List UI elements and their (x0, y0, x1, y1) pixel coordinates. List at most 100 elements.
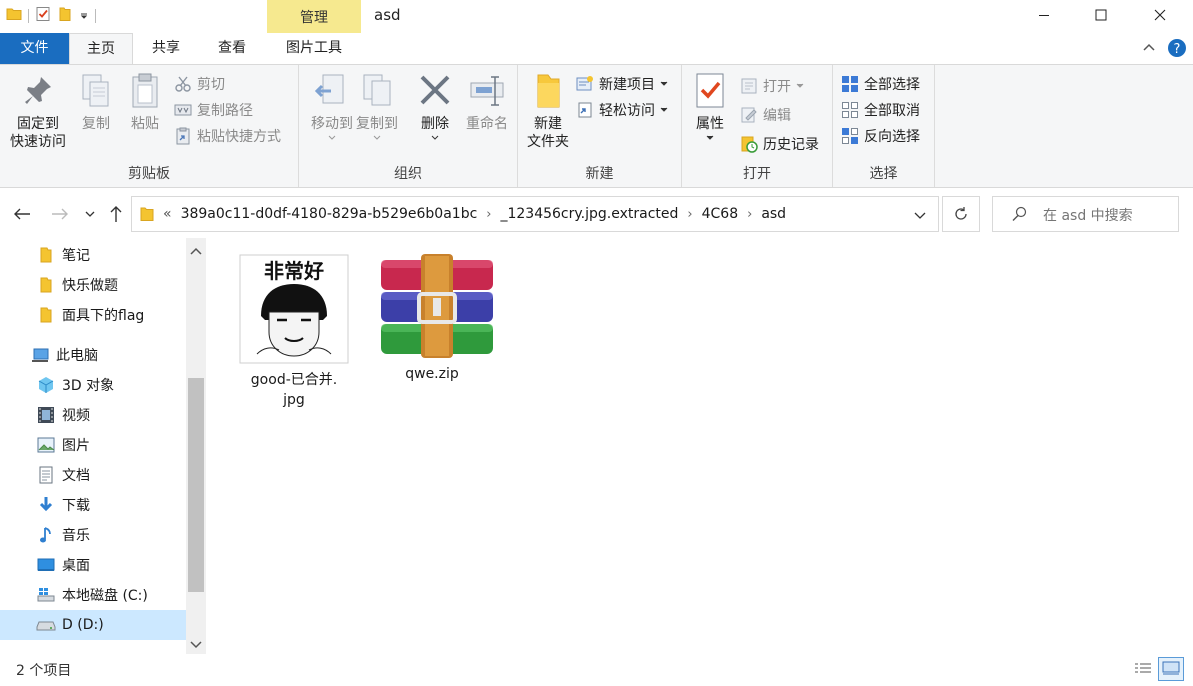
easy-access-button[interactable]: 轻松访问 (576, 99, 668, 121)
cut-label: 剪切 (197, 77, 225, 93)
breadcrumb-item[interactable]: _123456cry.jpg.extracted (500, 206, 678, 222)
rename-label: 重命名 (466, 116, 508, 132)
tab-home[interactable]: 主页 (69, 33, 133, 65)
up-button[interactable] (105, 203, 127, 225)
copy-path-button[interactable]: 复制路径 (174, 99, 253, 121)
new-folder-quick-icon[interactable] (57, 6, 73, 26)
nav-item-this-pc[interactable]: 此电脑 (0, 340, 186, 370)
nav-item-3d-objects[interactable]: 3D 对象 (0, 370, 186, 400)
pin-to-quick-access-button[interactable]: 固定到 快速访问 (4, 71, 72, 151)
breadcrumb-item[interactable]: asd (761, 206, 786, 222)
refresh-button[interactable] (942, 196, 980, 232)
select-none-icon (842, 102, 858, 118)
tab-file[interactable]: 文件 (0, 33, 69, 64)
chevron-right-icon[interactable]: › (486, 207, 491, 222)
file-item-good-jpg[interactable]: 非常好 good-已合并. jpg (239, 254, 349, 410)
window-title: asd (374, 6, 401, 24)
close-button[interactable] (1132, 0, 1188, 30)
nav-item-c-drive[interactable]: 本地磁盘 (C:) (0, 580, 186, 610)
scroll-down-icon[interactable] (190, 638, 202, 653)
nav-item-mask-flag[interactable]: 面具下的flag (0, 300, 186, 330)
open-icon (741, 78, 757, 94)
new-item-icon (576, 76, 593, 91)
folder-icon (6, 6, 22, 26)
ribbon: 固定到 快速访问 复制 粘贴 剪切 复制路径 粘贴快捷方式 剪贴板 移动到 复制… (0, 64, 1193, 188)
large-icons-view-button[interactable] (1158, 657, 1184, 681)
chevron-down-icon[interactable] (914, 209, 926, 224)
select-all-button[interactable]: 全部选择 (841, 73, 920, 95)
nav-item-desktop[interactable]: 桌面 (0, 550, 186, 580)
windows-drive-icon (36, 587, 56, 603)
chevron-up-icon[interactable] (1142, 41, 1156, 59)
nav-item-videos[interactable]: 视频 (0, 400, 186, 430)
delete-label: 删除 (421, 116, 449, 132)
chevron-right-icon[interactable]: › (747, 207, 752, 222)
properties-quick-icon[interactable] (35, 6, 51, 26)
nav-item-pictures[interactable]: 图片 (0, 430, 186, 460)
search-input[interactable]: 在 asd 中搜索 (992, 196, 1179, 232)
organize-group-label: 组织 (394, 166, 422, 182)
new-folder-button[interactable]: 新建 文件夹 (522, 71, 574, 151)
nav-item-label: 桌面 (62, 558, 90, 574)
delete-button[interactable]: 删除 (415, 71, 455, 141)
nav-item-downloads[interactable]: 下载 (0, 490, 186, 520)
new-folder-icon (537, 74, 560, 108)
scrollbar-thumb[interactable] (188, 378, 204, 592)
open-button[interactable]: 打开 (740, 75, 804, 97)
select-none-button[interactable]: 全部取消 (841, 99, 920, 121)
details-view-button[interactable] (1130, 657, 1156, 681)
nav-item-documents[interactable]: 文档 (0, 460, 186, 490)
invert-selection-button[interactable]: 反向选择 (841, 125, 920, 147)
pictures-icon (36, 437, 56, 453)
tab-view[interactable]: 查看 (199, 33, 265, 64)
edit-button[interactable]: 编辑 (740, 104, 791, 126)
rename-button[interactable]: 重命名 (459, 71, 515, 133)
nav-item-label: 3D 对象 (62, 378, 115, 394)
new-item-button[interactable]: 新建项目 (576, 73, 668, 95)
properties-button[interactable]: 属性 (686, 71, 734, 141)
back-button[interactable] (11, 203, 33, 225)
rename-icon (470, 76, 504, 106)
paste-button[interactable]: 粘贴 (124, 71, 166, 133)
breadcrumb: « 389a0c11-d0df-4180-829a-b529e6b0a1bc ›… (140, 197, 786, 231)
download-icon (36, 496, 56, 514)
file-item-qwe-zip[interactable]: qwe.zip (377, 254, 493, 384)
minimize-button[interactable] (1016, 0, 1072, 30)
nav-item-notes[interactable]: 笔记 (0, 240, 186, 270)
nav-item-kuaile[interactable]: 快乐做题 (0, 270, 186, 300)
new-group-label: 新建 (585, 166, 614, 182)
image-thumbnail: 非常好 (239, 254, 349, 364)
copy-to-button[interactable]: 复制到 (351, 71, 403, 141)
tab-picture-tools[interactable]: 图片工具 (267, 33, 361, 64)
address-bar[interactable]: « 389a0c11-d0df-4180-829a-b529e6b0a1bc ›… (131, 196, 939, 232)
file-name-line1: qwe.zip (405, 366, 459, 382)
forward-button[interactable] (49, 203, 71, 225)
copy-button[interactable]: 复制 (76, 71, 116, 133)
nav-item-d-drive[interactable]: D (D:) (0, 610, 186, 640)
recent-locations-button[interactable] (81, 203, 99, 225)
nav-item-label: 音乐 (62, 528, 90, 544)
help-icon[interactable]: ? (1167, 38, 1187, 62)
chevron-down-icon (660, 107, 668, 112)
arrow-left-icon (14, 208, 30, 220)
context-tab-group-label[interactable]: 管理 (267, 7, 361, 27)
maximize-button[interactable] (1073, 0, 1129, 30)
copy-to-label: 复制到 (356, 116, 398, 132)
scroll-up-icon[interactable] (190, 244, 202, 259)
breadcrumb-overflow[interactable]: « (163, 206, 172, 222)
history-button[interactable]: 历史记录 (740, 133, 819, 155)
breadcrumb-item[interactable]: 389a0c11-d0df-4180-829a-b529e6b0a1bc (181, 206, 478, 222)
chevron-right-icon[interactable]: › (687, 207, 692, 222)
cut-button[interactable]: 剪切 (174, 73, 225, 95)
chevron-down-icon (85, 211, 95, 217)
new-item-label: 新建项目 (599, 77, 655, 93)
tab-share[interactable]: 共享 (133, 33, 199, 64)
pin-label-line2: 快速访问 (10, 134, 66, 150)
paste-shortcut-button[interactable]: 粘贴快捷方式 (174, 125, 281, 147)
new-group: 新建 文件夹 新建项目 轻松访问 新建 (518, 65, 682, 187)
nav-item-music[interactable]: 音乐 (0, 520, 186, 550)
chevron-down-icon[interactable] (79, 9, 89, 24)
breadcrumb-item[interactable]: 4C68 (702, 206, 739, 222)
chevron-down-icon (660, 81, 668, 86)
nav-pane-scrollbar[interactable] (186, 238, 206, 654)
